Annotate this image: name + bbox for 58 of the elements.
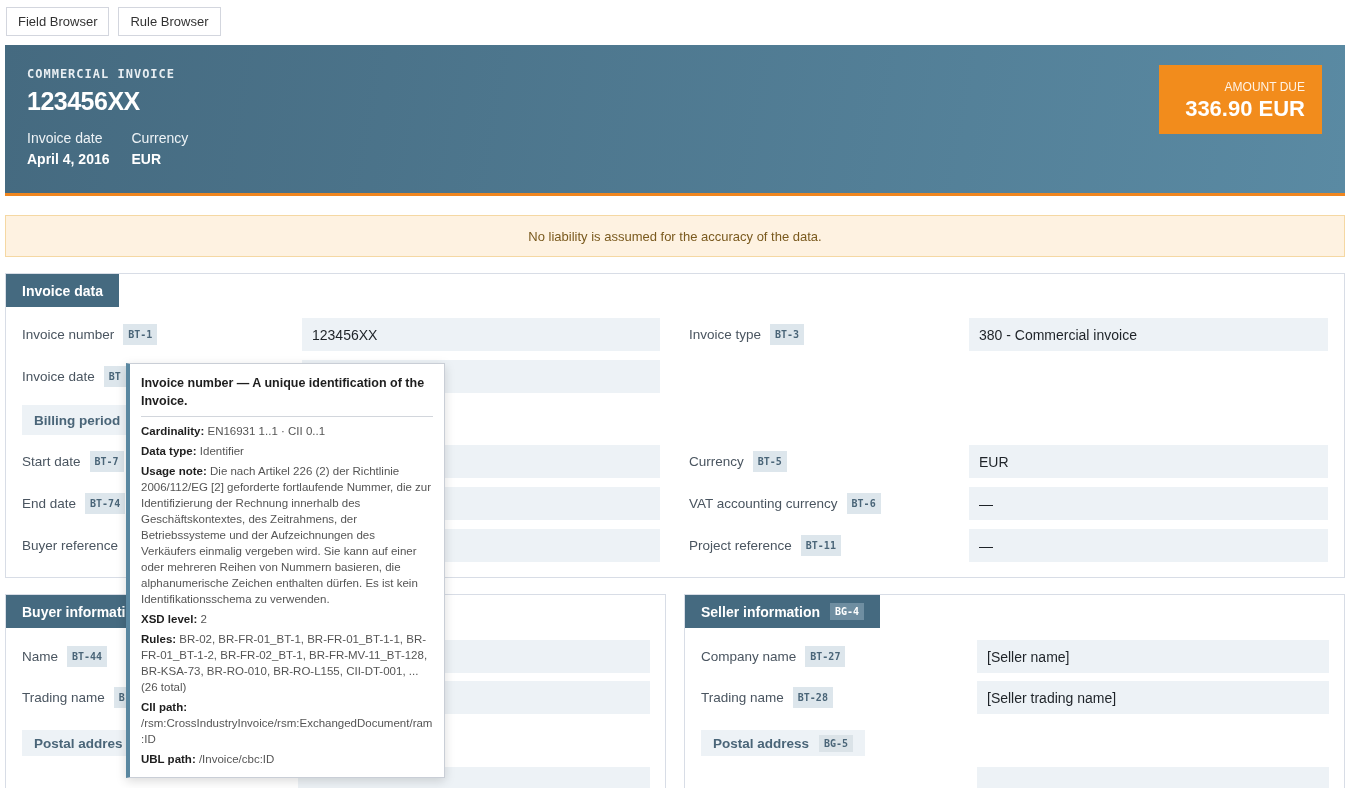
panel-title-text: Invoice data [22, 282, 103, 299]
field-label: VAT accounting currency [689, 496, 838, 511]
tooltip-entry: CII path: /rsm:CrossIndustryInvoice/rsm:ExchangedDocument/ram:ID [141, 700, 433, 747]
field-code: BT [103, 366, 126, 387]
amount-value: 336.90 EUR [1185, 96, 1305, 122]
field-value: EUR [979, 453, 1009, 470]
meta-label: Invoice date [27, 130, 104, 146]
notice-text: No liability is assumed for the accuracy of the data. [528, 228, 822, 244]
invoice-number: 123456XX [27, 87, 141, 116]
field-value: [Seller name] [987, 648, 1070, 665]
group-title: Postal addres [34, 735, 123, 751]
group-title: Billing period [34, 412, 121, 428]
field-code: BT-6 [846, 493, 881, 514]
field-code: BT-11 [800, 535, 841, 556]
tooltip-title: Invoice number — A unique identification of the Invoice. [141, 374, 433, 417]
field-label: Trading name [701, 690, 784, 705]
tooltip-entry: UBL path: /Invoice/cbc:ID [141, 752, 276, 767]
field-value: 380 - Commercial invoice [979, 326, 1137, 343]
field-value: [Seller trading name] [987, 689, 1117, 706]
field-label: Buyer reference [22, 538, 119, 553]
field-label: End date [22, 496, 77, 511]
tooltip-entry: Data type: Identifier [141, 444, 245, 459]
field-label: Project reference [689, 538, 792, 553]
document-type: COMMERCIAL INVOICE [27, 67, 177, 81]
field-code: BT-7 [89, 451, 124, 472]
tooltip-entry: Usage note: Die nach Artikel 226 (2) der Richtlinie 2006/112/EG [2] geforderte fortlaufende Nummer, die zur Identifizierung der Rechnung innerhalb des Geschäftskontextes, des Zeitrahmens, der Betriebssysteme und der Aufzeichnungen des Verkäufers einmalig vergeben wird. Sie kann auf einer oder mehreren Reihen von Nummern basieren, die alphanumerische Zeichen enthalten dürfen. Es ist kein Identifikationsschema zu verwenden. [141, 464, 432, 607]
field-code: BT-74 [85, 493, 126, 514]
field-code: BT-5 [752, 451, 787, 472]
field-code: BT-27 [805, 646, 846, 667]
field-value: — [979, 537, 993, 554]
field-code: BT-28 [792, 687, 833, 708]
group-title: Postal address [713, 735, 810, 751]
meta-value: April 4, 2016 [27, 151, 110, 167]
field-value: — [979, 495, 993, 512]
field-label: Name [22, 649, 58, 664]
field-label: Invoice type [689, 327, 762, 342]
group-code: BG-4 [830, 603, 865, 620]
field-code: BT-3 [770, 324, 805, 345]
field-code: BT-44 [67, 646, 108, 667]
tooltip-entry: XSD level: 2 [141, 612, 208, 627]
field-label: Start date [22, 454, 81, 469]
field-label: Currency [689, 454, 744, 469]
field-label: Invoice date [22, 369, 95, 384]
field-label: Invoice number [22, 327, 115, 342]
field-value: 123456XX [312, 326, 378, 343]
panel-title-text: Seller information [701, 603, 821, 620]
panel-title-text: Buyer informati [22, 603, 126, 620]
toolbar-button[interactable]: Field Browser [6, 7, 110, 36]
field-label: Company name [701, 649, 797, 664]
group-code: BG-5 [819, 734, 854, 752]
toolbar-button[interactable]: Rule Browser [118, 7, 221, 36]
field-code: BT-1 [123, 324, 158, 345]
meta-label: Currency [131, 130, 189, 146]
tooltip-entry: Rules: BR-02, BR-FR-01_BT-1, BR-FR-01_BT-1-1, BR-FR-01_BT-1-2, BR-FR-02_BT-1, BR-FR-MV-11_BT-128, BR-KSA-73, BR-RO-010, BR-RO-L155, CII-DT-001, ... (26 total) [141, 632, 429, 695]
meta-value: EUR [131, 151, 163, 167]
amount-label: AMOUNT DUE [1224, 80, 1305, 94]
tooltip-entry: Cardinality: EN16931 1..1 · CII 0..1 [141, 424, 327, 439]
field-label: Trading name [22, 690, 105, 705]
